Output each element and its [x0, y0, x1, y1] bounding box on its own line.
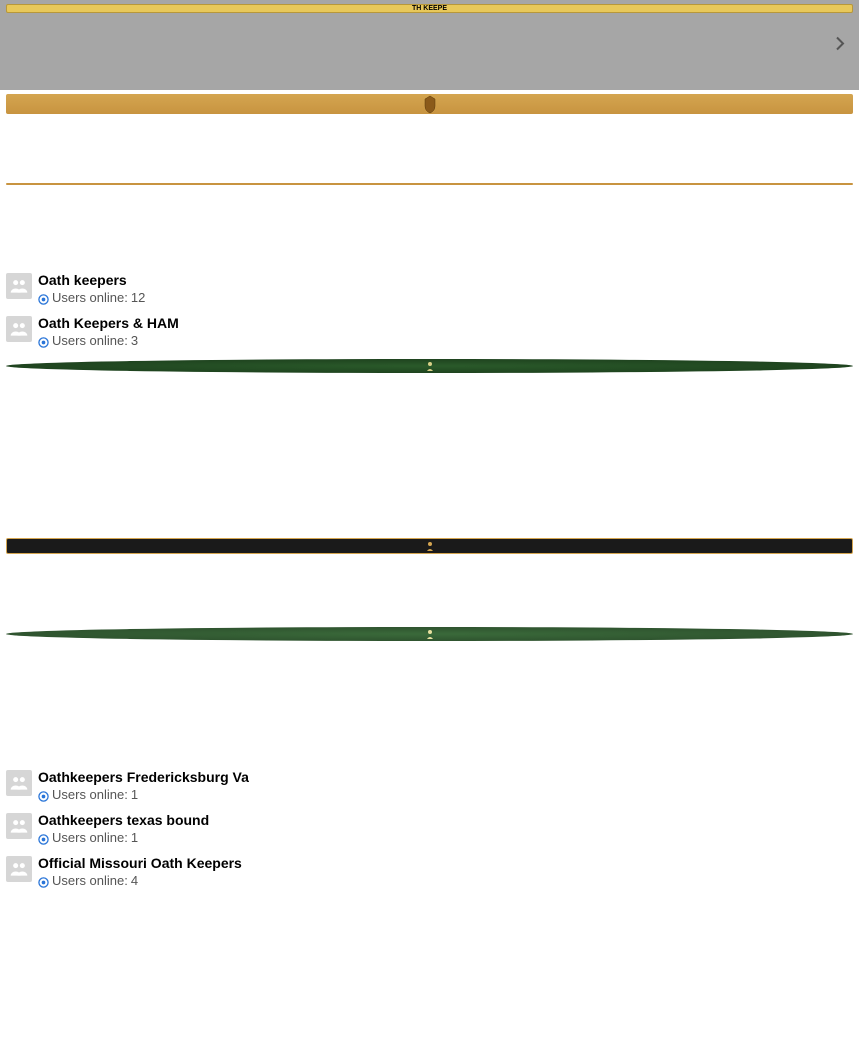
users-online-count: 4: [131, 873, 138, 888]
channel-avatar: [6, 627, 853, 641]
channel-item[interactable]: Missouri Oath Keepers Users online: 5: [0, 90, 859, 180]
channel-item[interactable]: Oath keepers Users online: 12: [0, 269, 859, 312]
channel-info: Oathkeepers Fredericksburg Va Users onli…: [38, 768, 853, 802]
channel-status: Users online: 3: [38, 333, 853, 348]
channel-avatar: [6, 813, 32, 839]
channel-name: Oath keepers: [38, 271, 853, 289]
channel-info: Oath Keepers & HAM Users online: 3: [38, 314, 853, 348]
users-online-label: Users online:: [52, 290, 128, 305]
channel-avatar: [6, 316, 32, 342]
channel-info: Oathkeepers texas bound Users online: 1: [38, 811, 853, 845]
users-online-label: Users online:: [52, 873, 128, 888]
channel-item[interactable]: NEOK SPOTTER NETWORK Users online: 1: [0, 179, 859, 269]
online-icon: [38, 292, 49, 303]
channel-status: Users online: 4: [38, 873, 853, 888]
channel-name: Oath Keepers & HAM: [38, 314, 853, 332]
users-online-count: 1: [131, 787, 138, 802]
channel-name: Oathkeepers texas bound: [38, 811, 853, 829]
channel-item[interactable]: Oath Keepers SETX Users online: 1: [0, 534, 859, 624]
channel-item[interactable]: Oathkeepers Users online: 6: [0, 713, 859, 766]
channel-status: Users online: 1: [38, 787, 853, 802]
users-online-label: Users online:: [52, 830, 128, 845]
channel-item[interactable]: Oath Keepers SD Users online: 3: [0, 444, 859, 534]
online-icon: [38, 335, 49, 346]
users-online-count: 1: [131, 830, 138, 845]
users-online-count: 12: [131, 290, 145, 305]
online-icon: [38, 875, 49, 886]
channel-info: Official Missouri Oath Keepers Users onl…: [38, 854, 853, 888]
online-icon: [38, 832, 49, 843]
channel-avatar: [6, 273, 32, 299]
channel-avatar: [6, 183, 853, 185]
channel-avatar: [6, 359, 853, 373]
channel-avatar: [6, 770, 32, 796]
channel-name: Official Missouri Oath Keepers: [38, 854, 853, 872]
channel-item[interactable]: Official Missouri Oath Keepers Users onl…: [0, 852, 859, 895]
channel-item[interactable]: Oath keepers tenn Users online: 6: [0, 623, 859, 713]
channel-item[interactable]: Oath keepers Missouri Users online: 4: [0, 355, 859, 445]
chevron-right-icon: [835, 35, 845, 54]
channel-item[interactable]: PA OATH KEEPERS Users online: 8: [0, 895, 859, 985]
channel-list: TH KEEPEColorado Oath Keepers Users onli…: [0, 0, 859, 1056]
channel-avatar: [6, 538, 853, 554]
channel-info: Oath keepers Users online: 12: [38, 271, 853, 305]
channel-item[interactable]: Oathkeepers texas bound Users online: 1: [0, 809, 859, 852]
channel-item[interactable]: Oathkeepers Fredericksburg Va Users onli…: [0, 766, 859, 809]
channel-avatar: [6, 856, 32, 882]
channel-avatar: [6, 94, 853, 114]
online-icon: [38, 789, 49, 800]
channel-status: Users online: 12: [38, 290, 853, 305]
channel-avatar: TH KEEPE: [6, 4, 853, 13]
channel-item[interactable]: TH KEEPEColorado Oath Keepers Users onli…: [0, 0, 859, 90]
users-online-label: Users online:: [52, 787, 128, 802]
channel-name: Oathkeepers Fredericksburg Va: [38, 768, 853, 786]
channel-item[interactable]: Virginia Oathkeepers Users online: 3: [0, 985, 859, 1056]
channel-item[interactable]: Oath Keepers & HAM Users online: 3: [0, 312, 859, 355]
channel-status: Users online: 1: [38, 830, 853, 845]
users-online-label: Users online:: [52, 333, 128, 348]
users-online-count: 3: [131, 333, 138, 348]
